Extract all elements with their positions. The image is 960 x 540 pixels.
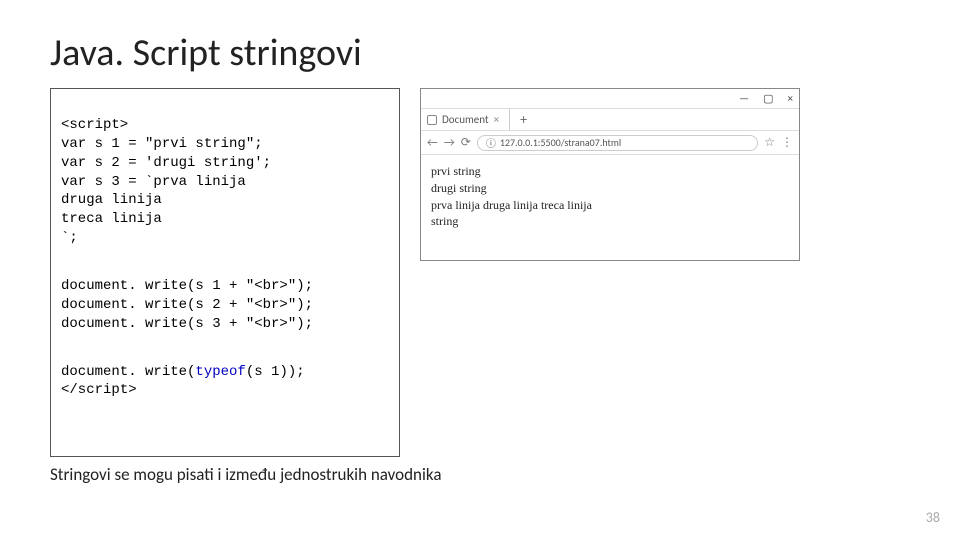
favicon-icon bbox=[427, 115, 437, 125]
maximize-icon[interactable]: ▢ bbox=[763, 92, 773, 105]
code-block-2: document. write(s 1 + "<br>"); document.… bbox=[61, 277, 389, 334]
minimize-icon[interactable]: — bbox=[739, 92, 749, 105]
content-row: <script> var s 1 = "prvi string"; var s … bbox=[50, 88, 910, 457]
site-info-icon[interactable]: ⓘ bbox=[486, 135, 496, 150]
footer-note: Stringovi se mogu pisati i između jednos… bbox=[50, 464, 441, 485]
address-row: ← → ⟳ ⓘ 127.0.0.1:5500/strana07.html ☆ ⋮ bbox=[421, 131, 799, 155]
window-controls: — ▢ × bbox=[421, 89, 799, 109]
menu-icon[interactable]: ⋮ bbox=[781, 135, 793, 150]
tab-close-icon[interactable]: × bbox=[494, 113, 499, 126]
page-content: prvi string drugi string prva linija dru… bbox=[421, 155, 799, 260]
star-icon[interactable]: ☆ bbox=[764, 135, 775, 150]
url-text: 127.0.0.1:5500/strana07.html bbox=[500, 136, 621, 149]
page-line: string bbox=[431, 213, 789, 230]
page-line: prvi string bbox=[431, 163, 789, 180]
address-bar[interactable]: ⓘ 127.0.0.1:5500/strana07.html bbox=[477, 135, 758, 151]
page-line: prva linija druga linija treca linija bbox=[431, 197, 789, 214]
page-number: 38 bbox=[926, 509, 940, 526]
page-line: drugi string bbox=[431, 180, 789, 197]
close-icon[interactable]: × bbox=[788, 92, 793, 105]
browser-window: — ▢ × Document × + ← → ⟳ ⓘ 127.0.0.1:550… bbox=[420, 88, 800, 261]
code-block-1: <script> var s 1 = "prvi string"; var s … bbox=[61, 116, 389, 248]
tab-title: Document bbox=[442, 113, 489, 126]
slide-title: Java. Script stringovi bbox=[50, 30, 910, 76]
browser-tab[interactable]: Document × bbox=[427, 109, 510, 130]
tab-row: Document × + bbox=[421, 109, 799, 131]
back-icon[interactable]: ← bbox=[427, 136, 438, 150]
code-box: <script> var s 1 = "prvi string"; var s … bbox=[50, 88, 400, 457]
forward-icon[interactable]: → bbox=[444, 136, 455, 150]
new-tab-icon[interactable]: + bbox=[516, 111, 527, 128]
code-block-3: document. write(typeof(s 1)); </script> bbox=[61, 363, 389, 401]
reload-icon[interactable]: ⟳ bbox=[461, 135, 471, 150]
